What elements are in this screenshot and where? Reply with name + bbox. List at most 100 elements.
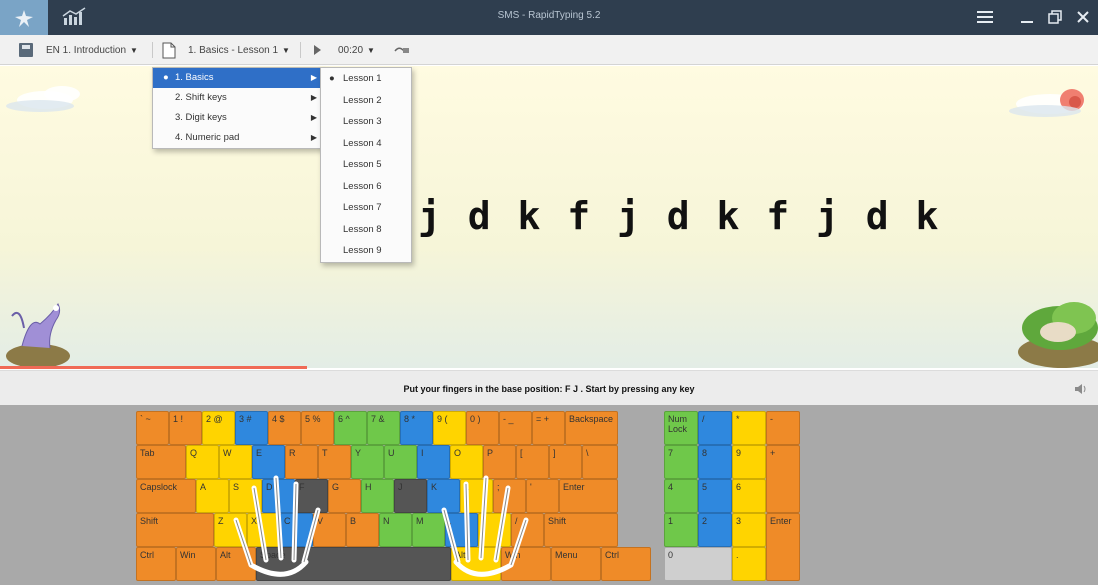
submenu-item-lesson[interactable]: Lesson 3 <box>321 111 411 133</box>
key-0: 0 <box>664 547 732 581</box>
key-: ] <box>549 445 582 479</box>
chevron-right-icon: ▶ <box>310 73 317 82</box>
speaker-icon[interactable] <box>1074 382 1088 396</box>
toolbar: EN 1. Introduction ▼ 1. Basics - Lesson … <box>0 35 1098 65</box>
key-: - <box>766 411 800 445</box>
key-: . <box>732 547 766 581</box>
key-m: M <box>412 513 445 547</box>
key-shift: Shift <box>136 513 214 547</box>
key-c: C <box>280 513 313 547</box>
key-space: Space <box>256 547 451 581</box>
key-num-lock: Num Lock <box>664 411 698 445</box>
numeric-keypad: Num Lock / * - 7 8 9 +4 5 6 1 2 3 Enter 0. <box>664 411 800 583</box>
course-label: EN 1. Introduction <box>46 44 127 56</box>
timer-value: 00:20 <box>338 44 364 56</box>
key-menu: Menu <box>551 547 601 581</box>
key-b: B <box>346 513 379 547</box>
key-: \ <box>582 445 618 479</box>
keyboard-icon <box>394 47 409 53</box>
key-win: Win <box>501 547 551 581</box>
key-r: R <box>285 445 318 479</box>
course-book-icon <box>19 43 33 57</box>
key-d: D <box>262 479 295 513</box>
lesson-label: 1. Basics - Lesson 1 <box>188 44 279 56</box>
key-backspace: Backspace <box>565 411 618 445</box>
key-y: Y <box>351 445 384 479</box>
play-button[interactable] <box>312 35 322 65</box>
hamburger-menu-icon[interactable] <box>972 4 998 30</box>
submenu-item-lesson[interactable]: Lesson 2 <box>321 90 411 112</box>
menu-item-basics[interactable]: ● 1. Basics ▶ <box>153 68 323 88</box>
key-: , <box>445 513 478 547</box>
key-n: N <box>379 513 412 547</box>
submenu-item-lesson[interactable]: ● Lesson 1 <box>321 68 411 90</box>
key-alt: Alt <box>216 547 256 581</box>
key-x: X <box>247 513 280 547</box>
key-8: 8 <box>698 445 732 479</box>
key-: * <box>732 411 766 445</box>
key-g: G <box>328 479 361 513</box>
menu-item-numeric-pad[interactable]: 4. Numeric pad ▶ <box>153 128 323 148</box>
key-o: O <box>450 445 483 479</box>
key-: ; <box>493 479 526 513</box>
close-icon[interactable] <box>1070 4 1096 30</box>
key-: ` ~ <box>136 411 169 445</box>
key-k: K <box>427 479 460 513</box>
key-3: 3 <box>732 513 766 547</box>
key-1: 1 <box>664 513 698 547</box>
play-icon <box>314 45 321 55</box>
key-q: Q <box>186 445 219 479</box>
key-2: 2 <box>698 513 732 547</box>
timer-selector[interactable]: 00:20 ▼ <box>338 35 375 65</box>
status-bar: Put your fingers in the base position: F… <box>0 370 1098 405</box>
key-p: P <box>483 445 516 479</box>
minimize-icon[interactable] <box>1014 4 1040 30</box>
key-5: 5 % <box>301 411 334 445</box>
key-: . <box>478 513 511 547</box>
submenu-item-lesson[interactable]: Lesson 8 <box>321 219 411 241</box>
key-l: L <box>460 479 493 513</box>
key-: / <box>511 513 544 547</box>
submenu-item-lesson[interactable]: Lesson 9 <box>321 240 411 262</box>
key-9: 9 ( <box>433 411 466 445</box>
key-7: 7 <box>664 445 698 479</box>
key-ctrl: Ctrl <box>136 547 176 581</box>
key-4: 4 $ <box>268 411 301 445</box>
key-ctrl: Ctrl <box>601 547 651 581</box>
key-w: W <box>219 445 252 479</box>
key-4: 4 <box>664 479 698 513</box>
key-0: 0 ) <box>466 411 499 445</box>
key-z: Z <box>214 513 247 547</box>
submenu-item-lesson[interactable]: Lesson 4 <box>321 133 411 155</box>
bush-right-image <box>1018 302 1098 368</box>
cloud-right-image <box>1009 89 1084 117</box>
toolbar-divider <box>152 42 153 58</box>
lesson-text: j d k f j d k f j d k <box>418 194 941 238</box>
key-h: H <box>361 479 394 513</box>
key-: / <box>698 411 732 445</box>
chevron-right-icon: ▶ <box>310 113 317 122</box>
key-capslock: Capslock <box>136 479 196 513</box>
submenu-item-lesson[interactable]: Lesson 7 <box>321 197 411 219</box>
submenu-item-lesson[interactable]: Lesson 6 <box>321 176 411 198</box>
menu-item-digit-keys[interactable]: 3. Digit keys ▶ <box>153 108 323 128</box>
submenu-item-lesson[interactable]: Lesson 5 <box>321 154 411 176</box>
key-6: 6 <box>732 479 766 513</box>
key-enter: Enter <box>766 513 800 581</box>
virtual-keyboard-area: ` ~1 ! 2 @3 #4 $5 % 6 ^ 7 & 8 * 9 (0 ) - _ = + B… <box>0 405 1098 585</box>
key-2: 2 @ <box>202 411 235 445</box>
lesson-selector[interactable]: 1. Basics - Lesson 1 ▼ <box>162 35 290 65</box>
key-5: 5 <box>698 479 732 513</box>
key-f: F <box>295 479 328 513</box>
main-keyboard: ` ~1 ! 2 @3 #4 $5 % 6 ^ 7 & 8 * 9 (0 ) - _ = + B… <box>136 411 651 583</box>
restore-icon[interactable] <box>1042 4 1068 30</box>
key-t: T <box>318 445 351 479</box>
key-: [ <box>516 445 549 479</box>
course-selector[interactable]: EN 1. Introduction ▼ <box>18 35 138 65</box>
lesson-group-menu: ● 1. Basics ▶ 2. Shift keys ▶ 3. Digit k… <box>152 67 324 149</box>
key-: + <box>766 445 800 513</box>
keyboard-layout-button[interactable] <box>394 35 410 65</box>
key-win: Win <box>176 547 216 581</box>
title-bar: SMS - RapidTyping 5.2 <box>0 0 1098 35</box>
menu-item-shift-keys[interactable]: 2. Shift keys ▶ <box>153 88 323 108</box>
